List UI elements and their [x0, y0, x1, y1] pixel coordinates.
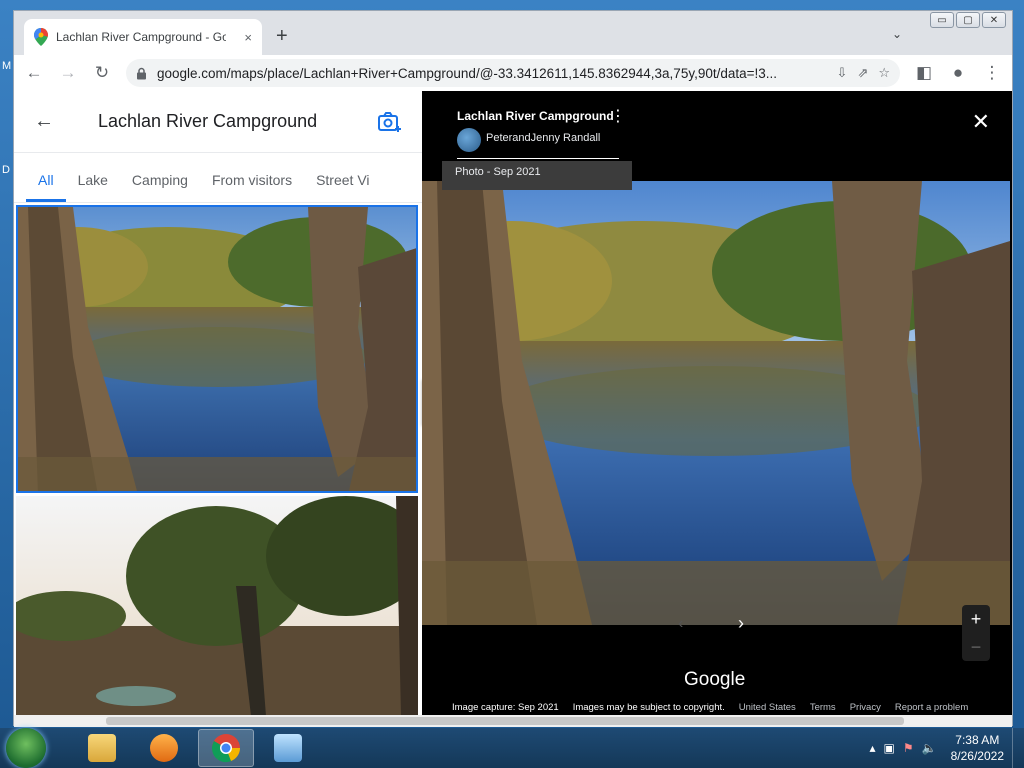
taskbar-chrome[interactable] [198, 729, 254, 767]
terms-link[interactable]: Terms [810, 702, 836, 713]
tab-search-chevron-icon[interactable]: ⌄ [892, 27, 902, 41]
side-panel-icon[interactable]: ◧ [914, 63, 934, 83]
scrollbar-thumb[interactable] [106, 717, 904, 725]
lock-icon [137, 67, 146, 79]
browser-window: Lachlan River Campground - Goo × + ⌄ ▭ ▢… [13, 10, 1013, 727]
back-arrow-icon[interactable]: ← [34, 110, 54, 133]
volume-icon[interactable]: 🔈 [922, 741, 937, 755]
photo-thumbnail-selected[interactable] [16, 205, 418, 493]
network-icon[interactable]: ▣ [884, 741, 895, 755]
country-link[interactable]: United States [739, 702, 796, 713]
taskbar-explorer[interactable] [74, 729, 130, 767]
zoom-in-button[interactable]: + [971, 609, 982, 630]
tab-street-view[interactable]: Street Vi [304, 172, 381, 202]
photo-thumbnail[interactable] [16, 496, 418, 715]
previous-photo-icon[interactable]: ‹ [678, 615, 683, 633]
maps-page: ← Lachlan River Campground All Lake Camp… [14, 91, 1012, 715]
url-text: google.com/maps/place/Lachlan+River+Camp… [157, 65, 778, 81]
privacy-link[interactable]: Privacy [850, 702, 881, 713]
place-title: Lachlan River Campground [98, 111, 318, 131]
maximize-button[interactable]: ▢ [956, 12, 980, 28]
start-button[interactable] [6, 728, 46, 768]
tab-close-icon[interactable]: × [244, 30, 252, 45]
address-bar[interactable]: google.com/maps/place/Lachlan+River+Camp… [126, 59, 900, 87]
report-problem-link[interactable]: Report a problem [895, 702, 968, 713]
menu-dots-icon[interactable]: ⋮ [982, 63, 1002, 83]
bookmark-star-icon[interactable]: ☆ [878, 65, 890, 81]
share-icon[interactable]: ⇗ [857, 65, 868, 81]
close-viewer-icon[interactable]: ✕ [972, 109, 990, 135]
tab-title: Lachlan River Campground - Goo [56, 30, 226, 44]
profile-avatar-icon[interactable]: ● [948, 63, 968, 83]
desktop-edge-text: M [2, 60, 12, 72]
viewer-place-title: Lachlan River Campground [457, 109, 614, 123]
google-logo: Google [684, 669, 746, 690]
action-center-icon[interactable]: ⚑ [903, 741, 914, 755]
photo-viewer: Lachlan River Campground ⋮ PeterandJenny… [422, 91, 1012, 715]
clock-time: 7:38 AM [955, 733, 1000, 747]
new-tab-button[interactable]: + [276, 25, 288, 48]
tab-from-visitors[interactable]: From visitors [200, 172, 304, 202]
show-desktop-button[interactable] [1012, 728, 1024, 768]
viewer-footer: Image capture: Sep 2021 Images may be su… [452, 702, 968, 713]
maps-pin-icon [34, 28, 48, 46]
more-options-icon[interactable]: ⋮ [610, 109, 626, 125]
forward-arrow-icon[interactable]: → [58, 63, 78, 83]
horizontal-scrollbar[interactable] [14, 715, 1012, 727]
contributor-name[interactable]: PeterandJenny Randall [486, 132, 600, 144]
photo-image[interactable] [422, 181, 1010, 625]
close-window-button[interactable]: ✕ [982, 12, 1006, 28]
tab-camping[interactable]: Camping [120, 172, 200, 202]
photo-category-tabs: All Lake Camping From visitors Street Vi [14, 153, 422, 203]
control-panel-icon [274, 734, 302, 762]
reload-icon[interactable]: ↻ [92, 63, 112, 83]
copyright-notice: Images may be subject to copyright. [572, 702, 725, 713]
add-photo-icon[interactable] [378, 111, 402, 133]
folder-icon [88, 734, 116, 762]
image-capture-date: Image capture: Sep 2021 [452, 702, 559, 713]
clock[interactable]: 7:38 AM 8/26/2022 [951, 732, 1004, 764]
system-tray: ▴ ▣ ⚑ 🔈 7:38 AM 8/26/2022 [870, 732, 1012, 764]
tab-strip: Lachlan River Campground - Goo × + ⌄ [14, 11, 1012, 55]
zoom-controls: + − [962, 605, 990, 661]
contributor-avatar[interactable] [457, 128, 481, 152]
next-photo-icon[interactable]: › [738, 613, 744, 634]
photos-panel-header: ← Lachlan River Campground [14, 91, 422, 153]
photos-panel: ← Lachlan River Campground All Lake Camp… [14, 91, 422, 715]
taskbar-media-player[interactable] [136, 729, 192, 767]
header-divider [457, 158, 619, 159]
browser-toolbar: ← → ↻ google.com/maps/place/Lachlan+Rive… [14, 55, 1012, 91]
desktop-edge-text: D [2, 164, 10, 176]
window-controls: ▭ ▢ ✕ [930, 12, 1006, 28]
windows-taskbar: ▴ ▣ ⚑ 🔈 7:38 AM 8/26/2022 [0, 728, 1024, 768]
browser-tab[interactable]: Lachlan River Campground - Goo × [24, 19, 262, 55]
zoom-out-button[interactable]: − [971, 637, 982, 658]
chrome-icon [211, 734, 240, 763]
clock-date: 8/26/2022 [950, 749, 1004, 763]
install-app-icon[interactable]: ⇩ [837, 65, 848, 81]
back-arrow-icon[interactable]: ← [24, 63, 44, 83]
minimize-button[interactable]: ▭ [930, 12, 954, 28]
taskbar-control-panel[interactable] [260, 729, 316, 767]
photo-date-label: Photo - Sep 2021 [442, 161, 632, 190]
show-hidden-icons-icon[interactable]: ▴ [870, 741, 876, 755]
tab-all[interactable]: All [26, 172, 66, 202]
media-player-icon [150, 734, 178, 762]
tab-lake[interactable]: Lake [66, 172, 120, 202]
